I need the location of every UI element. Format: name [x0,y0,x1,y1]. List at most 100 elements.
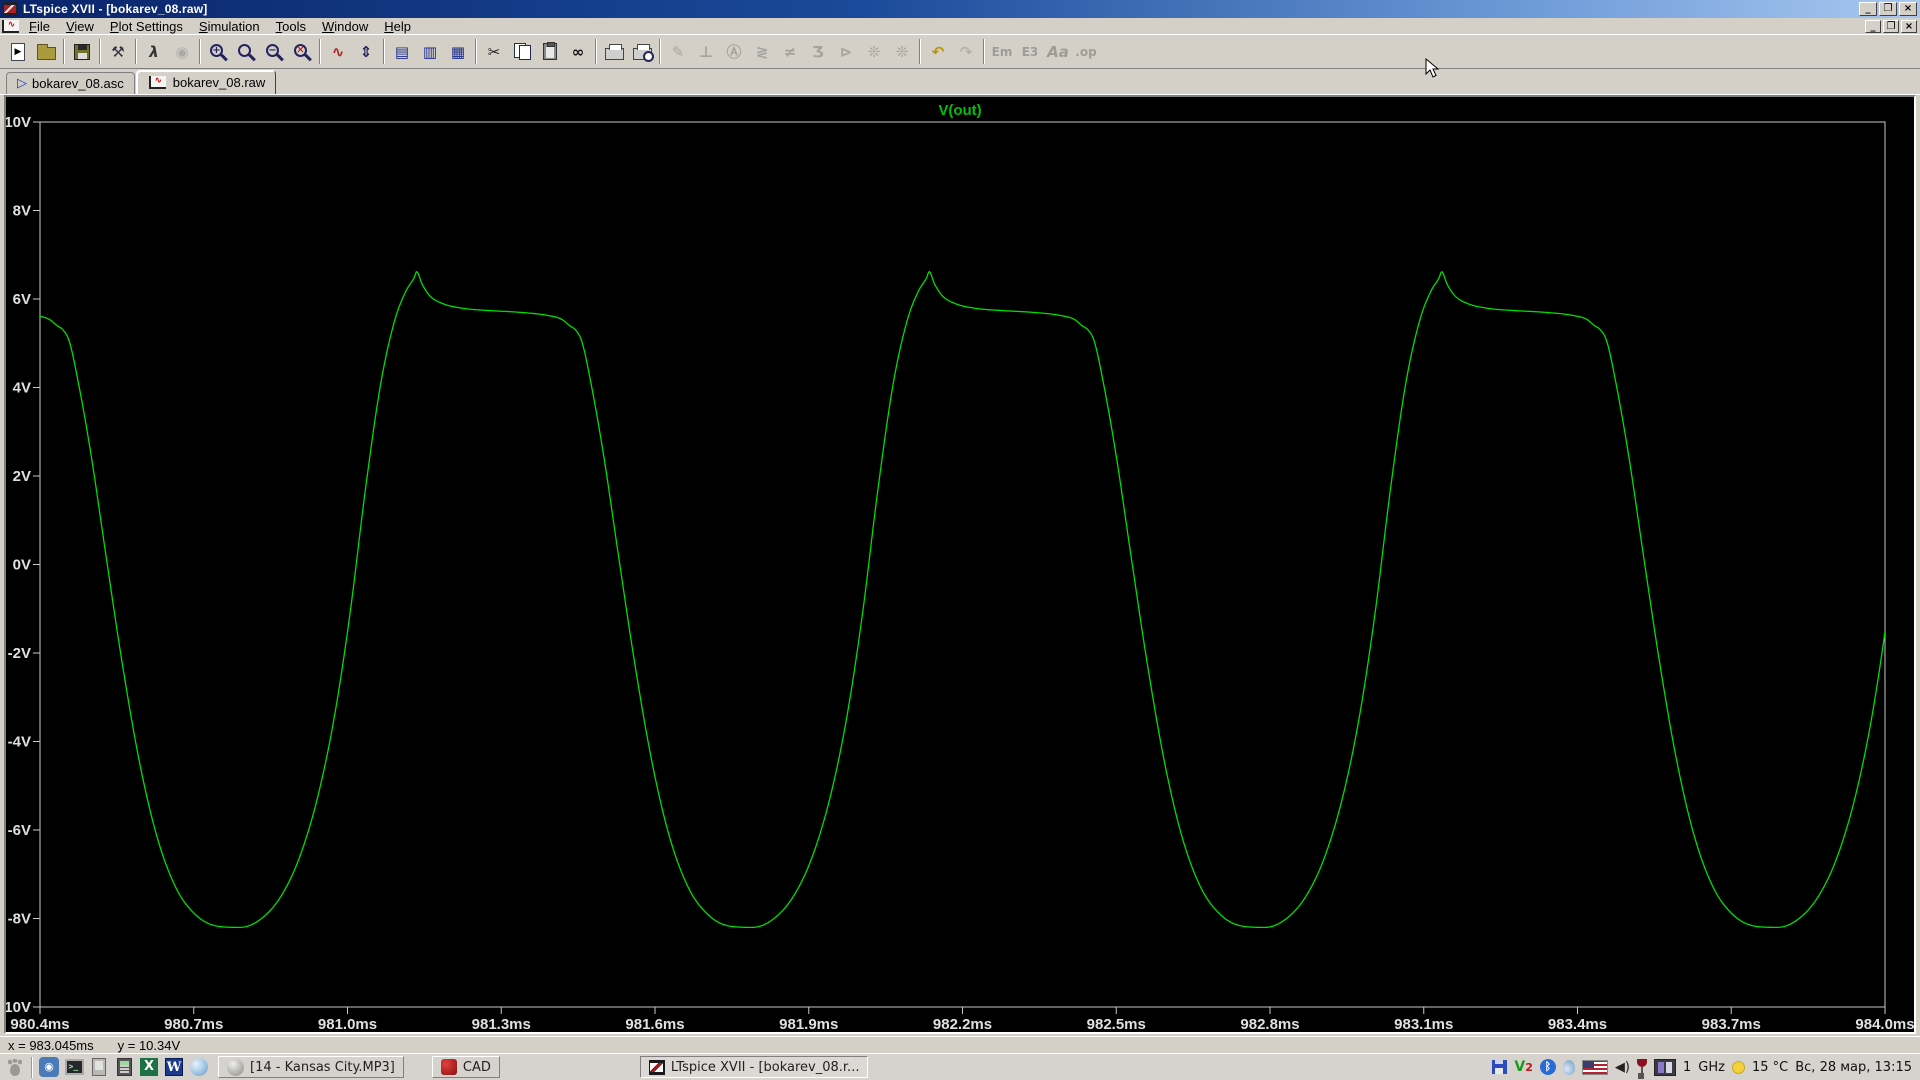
component-button: ❊ [888,38,916,65]
halt-icon: ◉ [175,43,188,61]
new-schematic-button[interactable]: ▶ [4,38,32,65]
window-title: LTspice XVII - [bokarev_08.raw] [23,2,208,16]
paste-button[interactable] [536,38,564,65]
drag-icon: E3 [1022,45,1039,59]
y-tick-label: -8V [8,911,31,928]
move-button: Em [988,38,1016,65]
open-folder-icon [37,47,56,60]
x-tick-label: 982.5ms [1087,1016,1146,1032]
undo-arrow-icon: ↶ [932,43,945,61]
find-button[interactable]: ∞ [564,38,592,65]
zoom-area-button[interactable] [232,38,260,65]
x-tick-label: 983.4ms [1548,1016,1607,1032]
gnome-foot-icon [6,1058,24,1076]
pencil-icon: ✎ [672,43,685,61]
speaker-icon[interactable]: ◀) [1615,1060,1630,1075]
excel-launcher[interactable]: X [138,1056,160,1078]
autorange-button[interactable]: ∿ [324,38,352,65]
document-icon[interactable]: ∿ [2,20,19,33]
tile-vertical-button[interactable]: ▥ [416,38,444,65]
cpu-meter-icon[interactable] [1654,1059,1676,1076]
undo-button[interactable]: ↶ [924,38,952,65]
menu-simulation[interactable]: Simulation [191,19,268,34]
waveform-pane[interactable]: V(out) 10V8V6V4V2V0V-2V-4V-6V-8V-10V980.… [4,95,1916,1034]
cursor-y-readout: y = 10.34V [118,1038,181,1053]
minimize-button[interactable]: _ [1859,2,1877,16]
mdi-restore-button[interactable]: ❐ [1883,20,1899,33]
run-button[interactable]: λ [140,38,168,65]
binoculars-icon: ∞ [572,43,585,61]
cursor-x-readout: x = 983.045ms [8,1038,94,1053]
wine-icon[interactable] [1637,1059,1647,1075]
open-file-button[interactable] [32,38,60,65]
trace-label[interactable]: V(out) [6,102,1914,119]
toolbar-separator [199,39,201,64]
status-bar: x = 983.045ms y = 10.34V [0,1036,1920,1053]
cascade-windows-button[interactable]: ▦ [444,38,472,65]
inductor-icon: Ʒ [812,43,824,61]
start-menu-button[interactable] [4,1056,26,1078]
y-tick-label: 6V [13,291,31,308]
autorange-y-button[interactable]: ⇕ [352,38,380,65]
bluetooth-icon[interactable]: ᛒ [1540,1059,1556,1075]
close-button[interactable]: × [1899,2,1917,16]
water-drop-icon[interactable] [1563,1059,1576,1074]
menu-help[interactable]: Help [376,19,419,34]
cut-button[interactable]: ✂ [480,38,508,65]
waveform-icon: ∿ [332,43,345,61]
task-cad[interactable]: CAD [432,1056,500,1078]
save-button[interactable] [68,38,96,65]
task-label: LTspice XVII - [bokarev_08.r... [671,1060,860,1075]
ground-symbol-icon: ⊥ [699,43,713,61]
copy-button[interactable] [508,38,536,65]
tile-horizontal-button[interactable]: ▤ [388,38,416,65]
zoom-in-button[interactable]: + [204,38,232,65]
toolbar-separator [595,39,597,64]
cascade-icon: ▦ [451,43,465,61]
us-flag-icon[interactable] [1582,1060,1608,1075]
wire-button: ✎ [664,38,692,65]
word-launcher[interactable]: W [163,1056,185,1078]
running-man-icon: λ [149,43,159,61]
toolbar-separator [919,39,921,64]
menu-window[interactable]: Window [314,19,376,34]
v2-tray-icon[interactable]: V2 [1514,1059,1533,1075]
screenshot-launcher[interactable]: ◉ [38,1056,60,1078]
mdi-close-button[interactable]: × [1901,20,1917,33]
x-tick-label: 980.4ms [10,1016,69,1032]
y-tick-label: -6V [8,822,31,839]
tab-bokarev_08.asc[interactable]: ▷bokarev_08.asc [6,72,135,94]
menu-file[interactable]: File [21,19,58,34]
menu-tools[interactable]: Tools [268,19,314,34]
mdi-minimize-button[interactable]: _ [1865,20,1881,33]
toolbar-separator [99,39,101,64]
bjt-button: ❊ [860,38,888,65]
cpu-count-label: 1 [1683,1060,1691,1075]
y-tick-label: 2V [13,468,31,485]
resistor-icon: ≷ [756,43,769,61]
restore-button[interactable]: ❐ [1879,2,1897,16]
app-icon [3,2,18,16]
zoom-full-extents-button[interactable]: ✕ [288,38,316,65]
terminal-launcher[interactable]: >_ [63,1056,85,1078]
taskbar-separator [31,1057,33,1078]
toolbar-separator [983,39,985,64]
menu-view[interactable]: View [58,19,102,34]
globe-launcher[interactable] [188,1056,210,1078]
zoom-out-button[interactable]: − [260,38,288,65]
resistor-button: ≷ [748,38,776,65]
calculator-launcher[interactable] [113,1056,135,1078]
task-ltspice[interactable]: LTspice XVII - [bokarev_08.r... [640,1056,869,1078]
control-panel-button[interactable]: ⚒ [104,38,132,65]
floppy-tray-icon[interactable] [1492,1060,1507,1074]
schematic-icon: ▷ [17,76,27,91]
new-document-icon: ▶ [11,43,25,61]
capacitor-button: ≠ [776,38,804,65]
task-media-player[interactable]: [14 - Kansas City.MP3] [218,1056,404,1078]
print-button[interactable] [600,38,628,65]
print-preview-button[interactable] [628,38,656,65]
menu-plot-settings[interactable]: Plot Settings [102,19,191,34]
waveform-plot[interactable]: 10V8V6V4V2V0V-2V-4V-6V-8V-10V980.4ms980.… [6,97,1914,1032]
tab-bokarev_08.raw[interactable]: ∿bokarev_08.raw [136,70,277,94]
device-launcher[interactable] [88,1056,110,1078]
